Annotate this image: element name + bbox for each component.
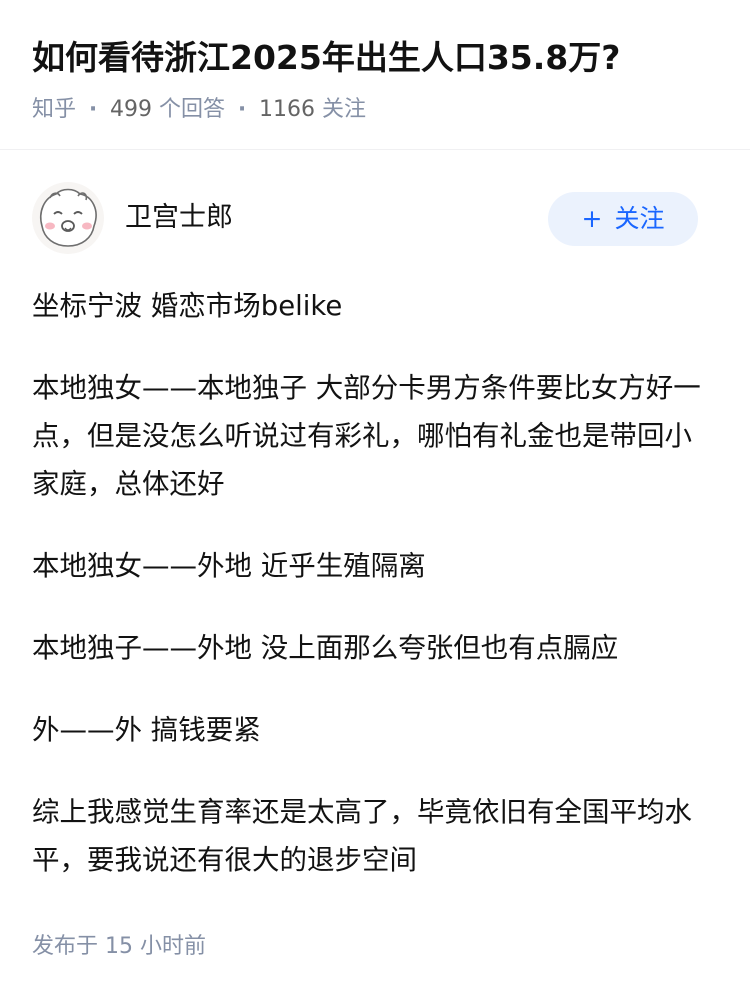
answer-paragraph: 本地独女——本地独子 大部分卡男方条件要比女方好一点，但是没怎么听说过有彩礼，哪… [32,372,701,500]
follower-count-label: 关注 [322,97,367,122]
answer-count: 499 [110,97,153,122]
source-label[interactable]: 知乎 [32,97,76,122]
answer-paragraph: 本地独子——外地 没上面那么夸张但也有点膈应 [32,632,619,664]
author-avatar[interactable] [32,182,104,254]
answer-content: 坐标宁波 婚恋市场belike 本地独女——本地独子 大部分卡男方条件要比女方好… [32,282,712,918]
cartoon-face-avatar-icon [32,182,104,254]
plus-icon: + [581,204,603,233]
author-name[interactable]: 卫宫士郎 [125,198,233,238]
question-meta: 知乎 · 499 个回答 · 1166 关注 [32,92,366,128]
publish-time: 发布于 15 小时前 [32,934,206,959]
question-header: 如何看待浙江2025年出生人口35.8万? 知乎 · 499 个回答 · 1166 关注 [0,0,750,150]
answer-paragraph: 坐标宁波 婚恋市场belike [32,290,343,322]
meta-separator: · [88,97,98,122]
question-title[interactable]: 如何看待浙江2025年出生人口35.8万? [32,32,620,84]
author-row: 卫宫士郎 + 关注 [0,182,750,262]
follow-button[interactable]: + 关注 [548,192,698,246]
follow-button-label: 关注 [614,204,665,233]
answer-paragraph: 综上我感觉生育率还是太高了，毕竟依旧有全国平均水平，要我说还有很大的退步空间 [32,796,692,876]
meta-separator: · [237,97,247,122]
answer-count-label: 个回答 [159,97,226,122]
answer-paragraph: 外——外 搞钱要紧 [32,714,261,746]
answer-paragraph: 本地独女——外地 近乎生殖隔离 [32,550,426,582]
follower-count: 1166 [259,97,316,122]
